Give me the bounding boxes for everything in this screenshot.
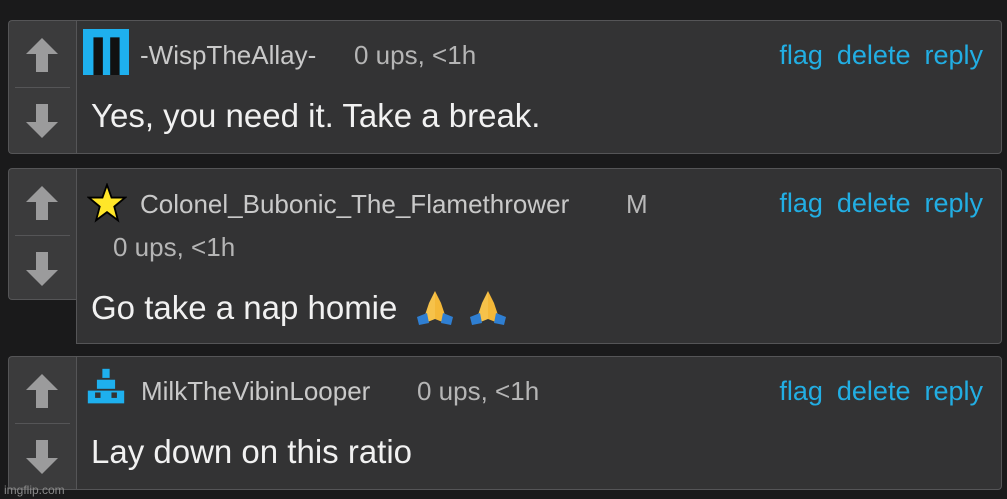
upvote-button[interactable] <box>9 22 75 88</box>
vote-column <box>8 356 76 490</box>
upvote-button[interactable] <box>9 170 75 236</box>
arrow-down-icon <box>26 252 58 286</box>
username[interactable]: MilkTheVibinLooper <box>141 376 370 407</box>
username[interactable]: -WispTheAllay- <box>140 40 316 71</box>
username[interactable]: Colonel_Bubonic_The_Flamethrower <box>140 189 569 220</box>
comment-actions: flag delete reply <box>779 188 983 219</box>
downvote-button[interactable] <box>9 88 75 154</box>
comment-actions: flag delete reply <box>779 376 983 407</box>
arrow-up-icon <box>26 186 58 220</box>
pixel-ship-icon[interactable] <box>83 367 129 407</box>
delete-link[interactable]: delete <box>837 188 911 219</box>
comment-body: -WispTheAllay- 0 ups, <1h flag delete re… <box>76 20 1002 154</box>
comment-text: Lay down on this ratio <box>91 433 413 470</box>
folded-hands-icon <box>416 291 453 325</box>
delete-link[interactable]: delete <box>837 40 911 71</box>
mod-badge: M <box>626 189 648 219</box>
arrow-up-icon <box>26 38 58 72</box>
flag-link[interactable]: flag <box>779 376 823 407</box>
arrow-down-icon <box>26 440 58 474</box>
delete-link[interactable]: delete <box>837 376 911 407</box>
upvote-button[interactable] <box>9 358 75 424</box>
vote-column <box>8 168 76 300</box>
watermark: imgflip.com <box>4 483 65 497</box>
comment-body: Colonel_Bubonic_The_Flamethrower M flag … <box>76 168 1002 344</box>
arrow-down-icon <box>26 104 58 138</box>
comment-body: MilkTheVibinLooper 0 ups, <1h flag delet… <box>76 356 1002 490</box>
comment-text: Yes, you need it. Take a break. <box>91 97 541 134</box>
flag-link[interactable]: flag <box>779 40 823 71</box>
comment-meta: 0 ups, <1h <box>113 232 236 262</box>
comment-meta: 0 ups, <1h <box>354 40 477 70</box>
vote-column <box>8 20 76 154</box>
downvote-button[interactable] <box>9 424 75 490</box>
comment-text: Go take a nap homie <box>91 289 398 326</box>
reply-link[interactable]: reply <box>924 40 983 71</box>
arrow-up-icon <box>26 374 58 408</box>
pause-icon[interactable] <box>83 29 129 75</box>
star-icon[interactable] <box>87 183 127 223</box>
reply-link[interactable]: reply <box>924 376 983 407</box>
reply-link[interactable]: reply <box>924 188 983 219</box>
flag-link[interactable]: flag <box>779 188 823 219</box>
downvote-button[interactable] <box>9 236 75 302</box>
comment-meta: 0 ups, <1h <box>417 376 540 406</box>
comment-text-row: Go take a nap homie <box>91 289 508 327</box>
folded-hands-icon <box>469 291 506 325</box>
comment-actions: flag delete reply <box>779 40 983 71</box>
